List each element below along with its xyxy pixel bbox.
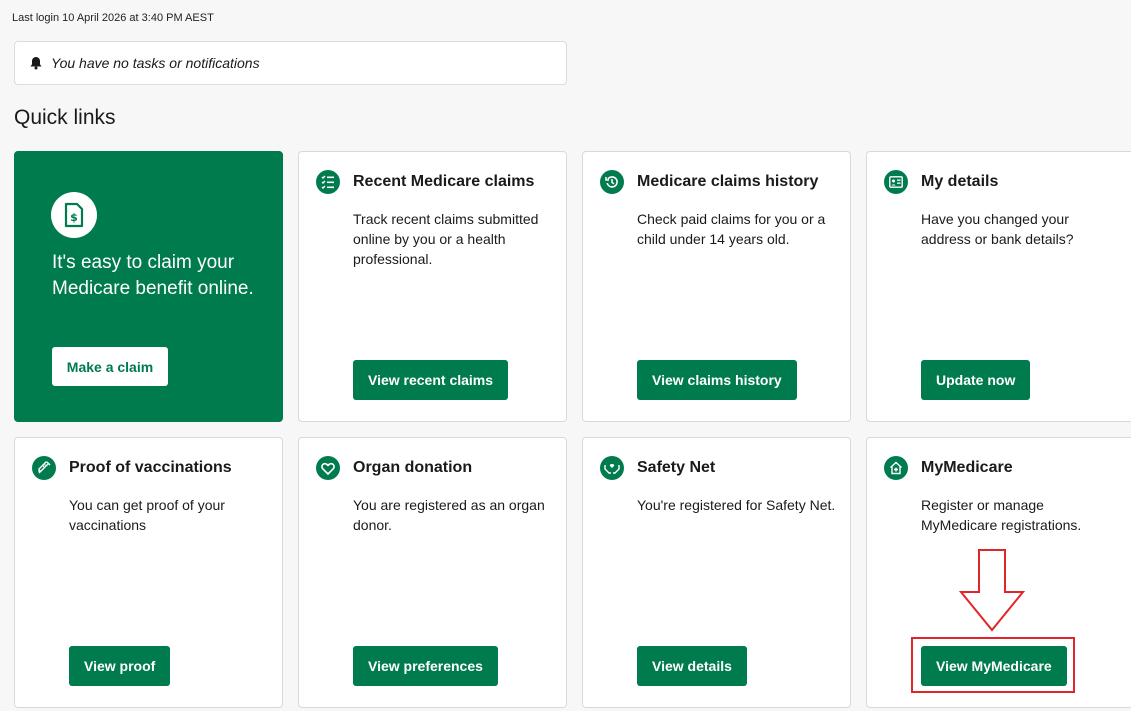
hands-heart-icon [600, 456, 624, 480]
claim-document-icon: $ [51, 192, 97, 238]
checklist-icon [316, 170, 340, 194]
card-title: Medicare claims history [637, 173, 819, 190]
card-description: Have you changed your address or bank de… [921, 211, 1074, 247]
house-plus-icon [884, 456, 908, 480]
card-title: Recent Medicare claims [353, 173, 535, 190]
view-claims-history-button[interactable]: View claims history [637, 360, 797, 400]
hero-text: It's easy to claim your Medicare benefit… [52, 252, 254, 299]
recent-claims-card: Recent Medicare claims Track recent clai… [298, 151, 567, 422]
history-icon [600, 170, 624, 194]
quick-links-heading: Quick links [14, 106, 116, 129]
safety-net-card: Safety Net You're registered for Safety … [582, 437, 851, 708]
annotation-arrow [958, 549, 1026, 632]
syringe-icon [32, 456, 56, 480]
my-details-card: My details Have you changed your address… [866, 151, 1131, 422]
annotation-highlight-box [911, 637, 1075, 693]
organ-donation-card: Organ donation You are registered as an … [298, 437, 567, 708]
notifications-panel: You have no tasks or notifications [14, 41, 567, 85]
heart-icon [316, 456, 340, 480]
last-login-text: Last login 10 April 2026 at 3:40 PM AEST [12, 12, 214, 24]
vaccinations-card: Proof of vaccinations You can get proof … [14, 437, 283, 708]
make-claim-button[interactable]: Make a claim [52, 347, 168, 386]
view-preferences-button[interactable]: View preferences [353, 646, 498, 686]
card-description: You are registered as an organ donor. [353, 497, 545, 533]
card-title: My details [921, 173, 999, 190]
card-description: You can get proof of your vaccinations [69, 497, 225, 533]
view-details-button[interactable]: View details [637, 646, 747, 686]
view-proof-button[interactable]: View proof [69, 646, 171, 686]
view-recent-claims-button[interactable]: View recent claims [353, 360, 509, 400]
card-description: You're registered for Safety Net. [637, 497, 836, 513]
card-description: Check paid claims for you or a child und… [637, 211, 826, 247]
card-title: Proof of vaccinations [69, 459, 232, 476]
id-card-icon [884, 170, 908, 194]
claims-history-card: Medicare claims history Check paid claim… [582, 151, 851, 422]
update-now-button[interactable]: Update now [921, 360, 1031, 400]
card-title: Safety Net [637, 459, 716, 476]
bell-icon [29, 56, 43, 70]
card-description: Track recent claims submitted online by … [353, 211, 539, 267]
card-title: MyMedicare [921, 459, 1013, 476]
svg-text:$: $ [70, 211, 78, 224]
card-description: Register or manage MyMedicare registrati… [921, 497, 1082, 533]
notifications-text: You have no tasks or notifications [51, 55, 260, 71]
card-title: Organ donation [353, 459, 473, 476]
make-claim-card: $ It's easy to claim your Medicare benef… [14, 151, 283, 422]
